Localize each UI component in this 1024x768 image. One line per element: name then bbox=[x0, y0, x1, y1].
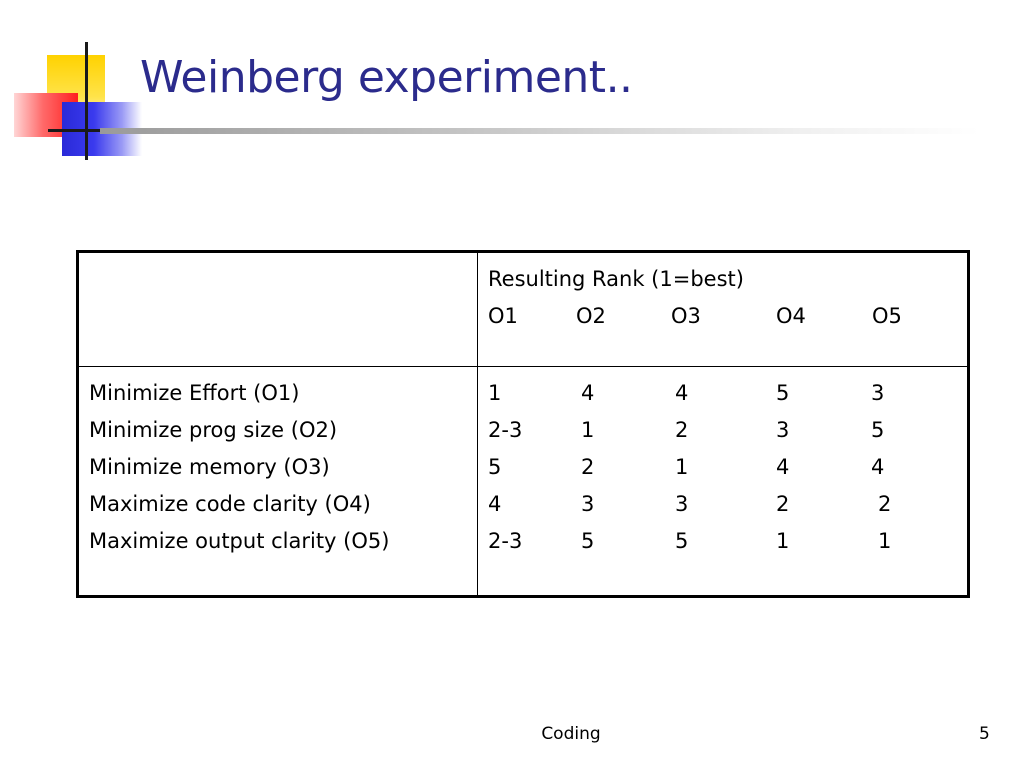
column-header: O2 bbox=[576, 304, 606, 328]
rank-value: 4 bbox=[581, 381, 595, 405]
rank-row: 5 2 1 4 4 bbox=[488, 449, 957, 486]
rank-value: 5 bbox=[488, 455, 502, 479]
rank-value: 1 bbox=[581, 418, 595, 442]
rank-table: Resulting Rank (1=best) O1 O2 O3 O4 O5 M… bbox=[76, 250, 970, 598]
page-number: 5 bbox=[979, 724, 990, 744]
rank-value: 1 bbox=[675, 455, 689, 479]
logo-vertical-line bbox=[85, 42, 88, 160]
rank-value: 3 bbox=[675, 492, 689, 516]
rank-row: 2-3 5 5 1 1 bbox=[488, 523, 957, 560]
rank-row: 2-3 1 2 3 5 bbox=[488, 412, 957, 449]
rank-value: 2 bbox=[776, 492, 790, 516]
rank-value: 1 bbox=[776, 529, 790, 553]
rank-header-title: Resulting Rank (1=best) bbox=[488, 267, 744, 291]
slide-logo bbox=[0, 0, 160, 170]
rank-value: 3 bbox=[871, 381, 885, 405]
rank-value: 5 bbox=[871, 418, 885, 442]
logo-horizontal-line bbox=[48, 129, 108, 132]
rank-value: 2 bbox=[878, 492, 892, 516]
table-header-row: Resulting Rank (1=best) O1 O2 O3 O4 O5 bbox=[77, 251, 969, 367]
header-rank-cell: Resulting Rank (1=best) O1 O2 O3 O4 O5 bbox=[477, 251, 969, 367]
rank-value: 3 bbox=[776, 418, 790, 442]
objective-label: Maximize output clarity (O5) bbox=[89, 529, 390, 553]
header-empty-cell bbox=[77, 251, 478, 367]
rank-value: 2 bbox=[675, 418, 689, 442]
column-header: O3 bbox=[671, 304, 701, 328]
objectives-cell: Minimize Effort (O1) Minimize prog size … bbox=[77, 366, 478, 597]
rank-value: 5 bbox=[776, 381, 790, 405]
column-header: O4 bbox=[776, 304, 806, 328]
objective-label: Minimize prog size (O2) bbox=[89, 418, 338, 442]
rank-value: 5 bbox=[675, 529, 689, 553]
rank-value: 2-3 bbox=[488, 418, 523, 442]
rank-row: 4 3 3 2 2 bbox=[488, 486, 957, 523]
column-header: O5 bbox=[872, 304, 902, 328]
rank-value: 1 bbox=[878, 529, 892, 553]
rank-value: 4 bbox=[675, 381, 689, 405]
rank-value: 3 bbox=[581, 492, 595, 516]
rank-column-headers: O1 O2 O3 O4 O5 bbox=[488, 298, 957, 335]
column-header: O1 bbox=[488, 304, 518, 328]
rank-value: 1 bbox=[488, 381, 502, 405]
rank-value: 4 bbox=[488, 492, 502, 516]
rank-value: 2 bbox=[581, 455, 595, 479]
rank-value: 2-3 bbox=[488, 529, 523, 553]
title-underline bbox=[100, 128, 980, 134]
table-body-row: Minimize Effort (O1) Minimize prog size … bbox=[77, 366, 969, 597]
rank-value: 5 bbox=[581, 529, 595, 553]
ranks-cell: 1 4 4 5 3 2-3 1 2 3 5 5 2 1 4 4 4 3 3 2 … bbox=[477, 366, 969, 597]
objective-label: Minimize Effort (O1) bbox=[89, 381, 300, 405]
objective-label: Maximize code clarity (O4) bbox=[89, 492, 371, 516]
slide-footer: Coding bbox=[541, 724, 601, 744]
rank-row: 1 4 4 5 3 bbox=[488, 375, 957, 412]
objective-label: Minimize memory (O3) bbox=[89, 455, 330, 479]
rank-value: 4 bbox=[776, 455, 790, 479]
slide-title: Weinberg experiment.. bbox=[140, 52, 633, 103]
rank-value: 4 bbox=[871, 455, 885, 479]
